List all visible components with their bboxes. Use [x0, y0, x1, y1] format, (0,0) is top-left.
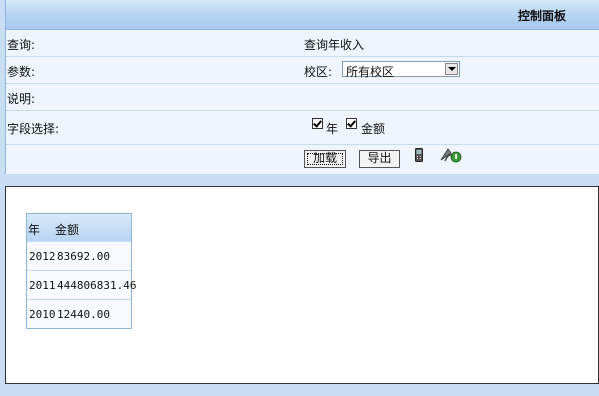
amount-checkbox[interactable] [346, 118, 357, 129]
amount-checkbox-label: 金额 [361, 122, 386, 136]
table-row: 2012 83692.00 [27, 241, 131, 271]
results-table: 年 金额 2012 83692.00 2011 444806831.46 201… [26, 213, 136, 329]
table-row: 2011 444806831.46 [27, 270, 136, 300]
control-panel-header: 控制面板 [6, 0, 599, 30]
query-row: 查询: 查询年收入 [6, 30, 599, 57]
column-header-year: 年 [28, 223, 41, 237]
control-panel-title: 控制面板 [517, 9, 566, 23]
params-row: 参数: 校区: [6, 57, 599, 84]
params-label: 参数: [7, 65, 36, 79]
fields-label: 字段选择: [7, 122, 60, 136]
cell-year: 2011 [29, 279, 56, 292]
cell-amount: 12440.00 [57, 308, 110, 321]
year-checkbox[interactable] [312, 118, 323, 129]
fields-row: 字段选择: [6, 111, 599, 145]
results-area: 年 金额 2012 83692.00 2011 444806831.46 201… [5, 186, 599, 384]
cell-amount: 83692.00 [57, 250, 110, 263]
campus-select[interactable]: 所有校区 [342, 61, 460, 79]
satellite-icon[interactable] [439, 146, 463, 164]
year-checkbox-label: 年 [326, 122, 339, 136]
query-label: 查询: [7, 38, 36, 52]
cell-amount: 444806831.46 [57, 279, 137, 292]
campus-label: 校区: [304, 65, 333, 79]
phone-icon[interactable] [415, 148, 423, 162]
chevron-down-icon[interactable] [445, 63, 458, 75]
desc-row: 说明: [6, 84, 599, 111]
control-panel: 控制面板 查询: 查询年收入 参数: 校区: 所有校区 说明: 字段选择: 年 … [5, 0, 599, 174]
cell-year: 2010 [29, 308, 56, 321]
desc-label: 说明: [7, 92, 36, 106]
cell-year: 2012 [29, 250, 56, 263]
load-button[interactable]: 加载 [304, 150, 346, 168]
campus-select-value: 所有校区 [346, 65, 395, 79]
table-header: 年 金额 [27, 214, 131, 241]
export-button[interactable]: 导出 [359, 150, 400, 168]
column-header-amount: 金额 [55, 223, 80, 237]
query-value: 查询年收入 [304, 38, 365, 52]
table-row: 2010 12440.00 [27, 299, 131, 329]
